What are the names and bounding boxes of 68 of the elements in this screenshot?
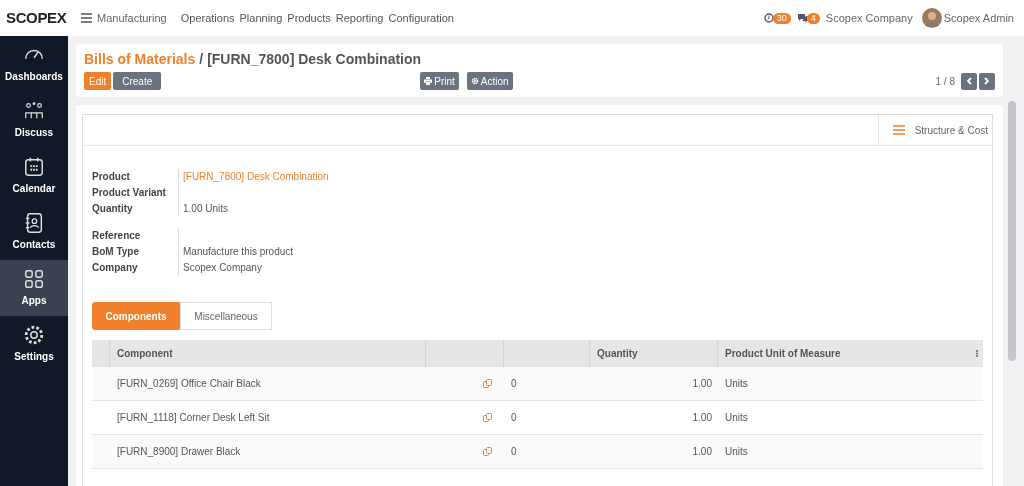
field-label: Quantity — [92, 202, 134, 216]
table-cell: Units — [725, 446, 748, 457]
menu-item[interactable]: Operations — [180, 9, 235, 27]
table-cell: [FURN_0269] Office Chair Black — [117, 378, 261, 389]
field-value: 1.00 Units — [183, 203, 229, 214]
menu-icon[interactable] — [81, 13, 92, 23]
sidebar-item[interactable]: Calendar — [0, 148, 68, 204]
avatar[interactable] — [921, 8, 942, 28]
clock-icon[interactable] — [763, 13, 774, 23]
chat-icon[interactable] — [796, 13, 808, 23]
settings-icon — [23, 324, 45, 346]
pager-counter: 1 / 8 — [935, 74, 955, 89]
table-cell: 1.00 — [692, 412, 712, 423]
table-cell: 0 — [511, 378, 517, 389]
copy-icon[interactable] — [483, 447, 492, 456]
sidebar-item[interactable]: Settings — [0, 316, 68, 372]
action-button[interactable]: Action — [466, 72, 513, 90]
gear-icon — [470, 77, 479, 85]
field-value: Scopex Company — [183, 262, 262, 273]
structure-cost-button[interactable]: Structure & Cost — [877, 115, 992, 145]
column-header[interactable]: Quantity — [597, 346, 638, 361]
breadcrumb-separator: / — [199, 50, 204, 68]
message-count-badge: 4 — [806, 12, 820, 24]
chevron-left-icon — [966, 77, 972, 85]
print-button[interactable]: Print — [420, 72, 459, 90]
company-switcher[interactable]: Scopex Company — [825, 9, 913, 27]
sidebar-item[interactable]: Dashboards — [0, 36, 68, 92]
table-cell: 0 — [511, 412, 517, 423]
sidebar-item[interactable]: Apps — [0, 260, 68, 316]
table-cell: [FURN_8900] Drawer Black — [117, 446, 241, 457]
menu-item[interactable]: Reporting — [335, 9, 384, 27]
table-cell: 1.00 — [692, 446, 712, 457]
column-header[interactable]: Component — [117, 346, 173, 361]
copy-icon[interactable] — [483, 379, 492, 388]
table-cell: 1.00 — [692, 378, 712, 389]
calendar-icon — [23, 156, 45, 178]
logo[interactable]: SCOPEX — [6, 6, 72, 30]
menu-item[interactable]: Products — [287, 9, 331, 27]
field-label: BoM Type — [92, 245, 141, 259]
table-cell: Units — [725, 378, 748, 389]
field-label: Product Variant — [92, 186, 167, 200]
activity-count-badge: 30 — [772, 12, 791, 24]
menu-item[interactable]: Configuration — [388, 9, 454, 27]
grid-icon — [23, 268, 45, 290]
tab[interactable]: Miscellaneous — [180, 302, 272, 330]
previous-button[interactable] — [961, 72, 977, 90]
next-button[interactable] — [979, 72, 995, 90]
user-menu[interactable]: Scopex Admin — [943, 9, 1014, 27]
app-title[interactable]: Manufacturing — [97, 9, 167, 27]
sidebar-item[interactable]: Discuss — [0, 92, 68, 148]
contact-book-icon — [23, 212, 45, 234]
sidebar-item[interactable]: Contacts — [0, 204, 68, 260]
menu-item[interactable]: Planning — [239, 9, 283, 27]
table-cell: Units — [725, 412, 748, 423]
field-label: Product — [92, 170, 131, 184]
field-label: Reference — [92, 229, 142, 243]
printer-icon — [424, 77, 433, 85]
list-icon — [892, 125, 905, 135]
copy-icon[interactable] — [483, 413, 492, 422]
field-value: Manufacture this product — [183, 246, 294, 257]
column-header[interactable]: Product Unit of Measure — [725, 346, 841, 361]
table-cell: [FURN_1118] Corner Desk Left Sit — [117, 412, 270, 423]
field-label: Company — [92, 261, 139, 275]
create-button[interactable]: Create — [113, 72, 162, 90]
chevron-right-icon — [984, 77, 990, 85]
record-title: [FURN_7800] Desk Combination — [207, 50, 422, 68]
scrollbar-thumb[interactable] — [1008, 101, 1016, 361]
table-cell: 0 — [511, 446, 517, 457]
